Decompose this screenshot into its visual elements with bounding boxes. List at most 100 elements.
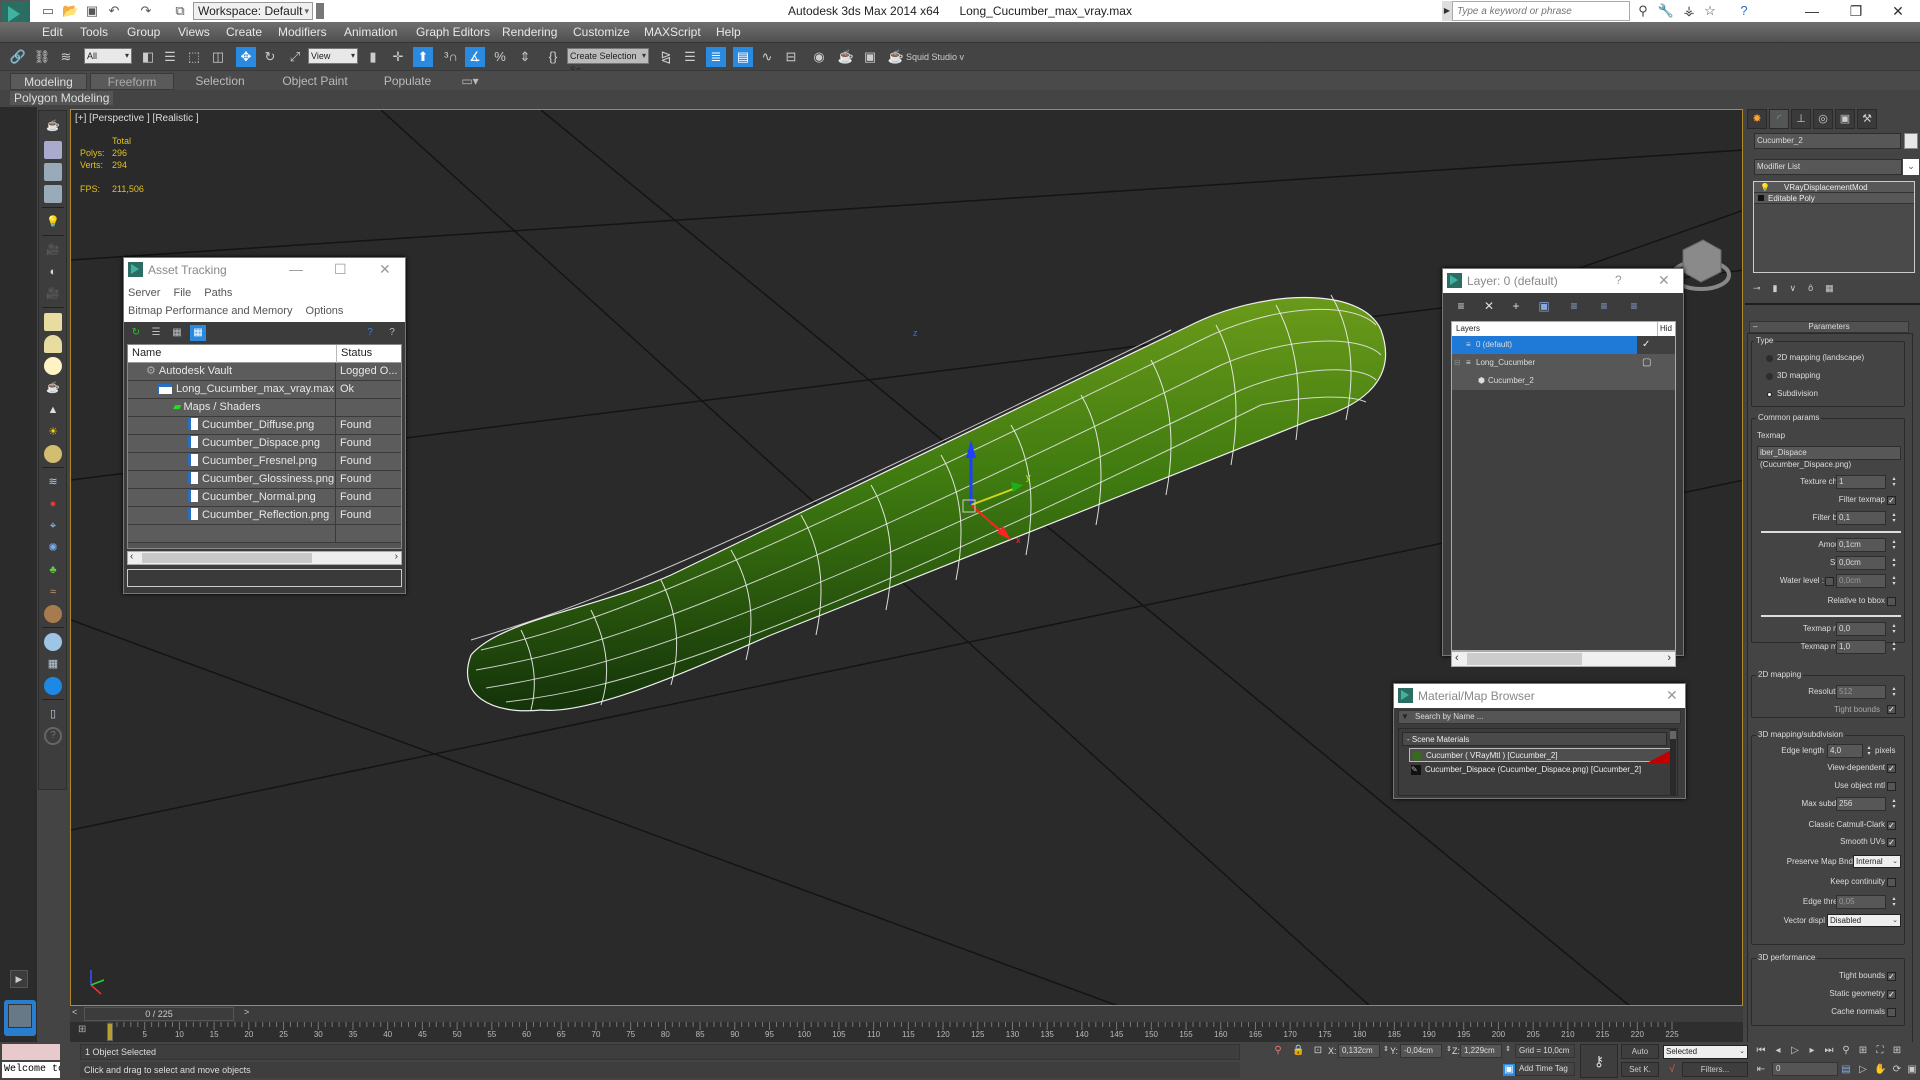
render-setup-icon[interactable]: ☕ [836,47,856,67]
add-to-layer-icon[interactable]: + [1508,298,1524,314]
vertical-scrollbar[interactable] [1670,729,1676,795]
layer-checkbox[interactable]: ▢ [1642,354,1651,372]
radio-2d-mapping-label[interactable]: 2D mapping (landscape) [1777,353,1864,362]
select-link-icon[interactable]: 🔗 [8,47,28,67]
undo-icon[interactable]: ↶ [106,3,122,19]
material-item[interactable]: Cucumber ( VRayMtl ) [Cucumber_2] [1409,748,1674,763]
context-help-icon[interactable]: ? [384,325,400,341]
save-icon[interactable]: ▣ [84,3,100,19]
texmap-max-spinner[interactable]: ▴ ▾ [1891,641,1897,653]
edit-named-selection-icon[interactable]: {} [543,47,563,67]
angle-snap-icon[interactable]: ∡ [465,47,485,67]
resolution-input[interactable]: 512 [1836,685,1886,699]
table-row[interactable]: Cucumber_Normal.png Found [128,489,401,507]
select-by-name-icon[interactable]: ☰ [160,47,180,67]
camera-icon[interactable]: 🎥 [44,241,62,259]
maxscript-listener-input[interactable]: Welcome tc [2,1062,60,1078]
list-view-icon[interactable]: ☰ [148,325,164,341]
highlight-layer-icon[interactable]: ≡ [1566,298,1582,314]
keyboard-shortcut-override-icon[interactable]: ⬆ [413,47,433,67]
table-row[interactable]: Cucumber_Dispace.png Found [128,435,401,453]
perf-tight-bounds-checkbox[interactable]: ✓ [1887,972,1896,981]
absolute-mode-icon[interactable]: ⊡ [1312,1045,1324,1057]
plane-light-icon[interactable] [44,313,62,331]
radio-subdivision-label[interactable]: Subdivision [1777,389,1818,398]
keyword-search-input[interactable] [1452,1,1630,21]
radio-3d-mapping-label[interactable]: 3D mapping [1777,371,1820,380]
max-subdivs-spinner[interactable]: ▴ ▾ [1891,798,1897,810]
column-status[interactable]: Status [336,345,372,363]
x-spinner[interactable]: ⇕ [1383,1045,1389,1053]
scroll-right-icon[interactable]: › [395,551,398,562]
scroll-right-icon[interactable]: › [1667,652,1671,664]
wrench-icon[interactable]: 🔧 [1657,2,1675,20]
key-filter-dropdown[interactable]: Selected ⌄ [1663,1045,1748,1059]
stack-item-vray-displacement[interactable]: 💡 VRayDisplacementMod [1754,182,1914,193]
menu-create[interactable]: Create [226,25,262,39]
select-rotate-icon[interactable]: ↻ [260,47,280,67]
radio-2d-mapping[interactable] [1766,355,1773,362]
use-object-mtl-checkbox[interactable] [1887,782,1896,791]
proxy-icon[interactable]: ● [44,495,62,513]
select-scale-icon[interactable]: ⤢ [285,47,305,67]
tight-bounds-2d-checkbox[interactable]: ✓ [1887,705,1896,714]
help-button[interactable]: ? [1615,269,1622,291]
show-end-result-icon[interactable]: ▮ [1773,283,1790,293]
texmap-min-input[interactable]: 0,0 [1836,622,1886,636]
zoom-icon[interactable]: ⚲ [1840,1045,1852,1057]
static-geometry-checkbox[interactable]: ✓ [1887,990,1896,999]
mesh-light-icon[interactable]: ☕ [44,379,62,397]
layer-manager-icon[interactable]: ≣ [706,47,726,67]
utilities-tab-icon[interactable]: ⚒ [1857,109,1877,129]
table-view-icon[interactable]: ▦ [190,325,206,341]
close-button[interactable]: ✕ [379,258,391,280]
current-layer-check[interactable]: ✓ [1642,336,1650,354]
catmull-clark-checkbox[interactable]: ✓ [1887,821,1896,830]
preserve-map-dropdown[interactable]: Internal ⌄ [1853,855,1901,868]
curve-editor-icon[interactable]: ∿ [757,47,777,67]
table-icon[interactable] [44,185,62,203]
edge-length-spinner[interactable]: ▴ ▾ [1866,745,1872,757]
sphere-fade-icon[interactable]: ✺ [44,539,62,557]
select-object-icon[interactable]: ◧ [138,47,158,67]
tab-freeform[interactable]: Freeform [90,73,174,90]
z-spinner[interactable]: ⇕ [1505,1045,1511,1053]
binoculars-icon[interactable]: ⚲ [1634,2,1652,20]
select-move-icon[interactable]: ✥ [236,47,256,67]
tab-modeling[interactable]: Modeling [10,73,87,90]
z-coordinate-input[interactable]: 1,229cm [1460,1044,1502,1058]
radio-subdivision[interactable] [1766,391,1773,398]
plane-icon[interactable]: ⌖ [44,517,62,535]
menu-customize[interactable]: Customize [573,25,630,39]
menu-options[interactable]: Options [306,305,344,317]
sphere-light-icon[interactable] [44,357,62,375]
material-editor-icon[interactable]: ◉ [809,47,829,67]
amount-spinner[interactable]: ▴ ▾ [1891,539,1897,551]
squid-studio-label[interactable]: Squid Studio v [906,52,964,62]
open-file-icon[interactable]: 📂 [62,3,78,19]
align-icon[interactable]: ☰ [680,47,700,67]
prev-frame-icon[interactable]: < [72,1007,77,1017]
freeze-all-icon[interactable]: ≡ [1626,298,1642,314]
table-row[interactable]: ⚙ Autodesk Vault Logged O... [128,363,401,381]
shift-spinner[interactable]: ▴ ▾ [1891,557,1897,569]
hair-farm-icon[interactable]: ≈ [44,583,62,601]
object-color-swatch[interactable] [1904,133,1918,149]
key-filters-button[interactable]: Filters... [1682,1062,1748,1077]
unlink-icon[interactable]: ⛓ [32,47,52,67]
physical-camera-icon[interactable]: 🎥 [44,285,62,303]
amount-input[interactable]: 0,1cm [1836,538,1886,552]
table-row[interactable]: Cucumber_Fresnel.png Found [128,453,401,471]
menu-file[interactable]: File [173,287,191,299]
asset-tracking-titlebar[interactable]: Asset Tracking — ☐ ✕ [124,258,405,282]
polygon-modeling-label[interactable]: Polygon Modeling [10,91,114,105]
scroll-left-icon[interactable]: ‹ [130,551,133,562]
selection-filter-dropdown[interactable]: All ▾ [84,48,132,64]
set-key-icon[interactable]: ⚷ [1580,1044,1618,1078]
texture-chan-input[interactable]: 1 [1836,475,1886,489]
object-name-field[interactable]: Cucumber_2 [1754,133,1901,149]
spinner-snap-icon[interactable]: ⇕ [515,47,535,67]
track-bar[interactable]: 0510152025303540455055606570758085909510… [70,1022,1743,1042]
asset-path-field[interactable] [127,569,402,587]
rendered-frame-window-icon[interactable]: ▣ [860,47,880,67]
